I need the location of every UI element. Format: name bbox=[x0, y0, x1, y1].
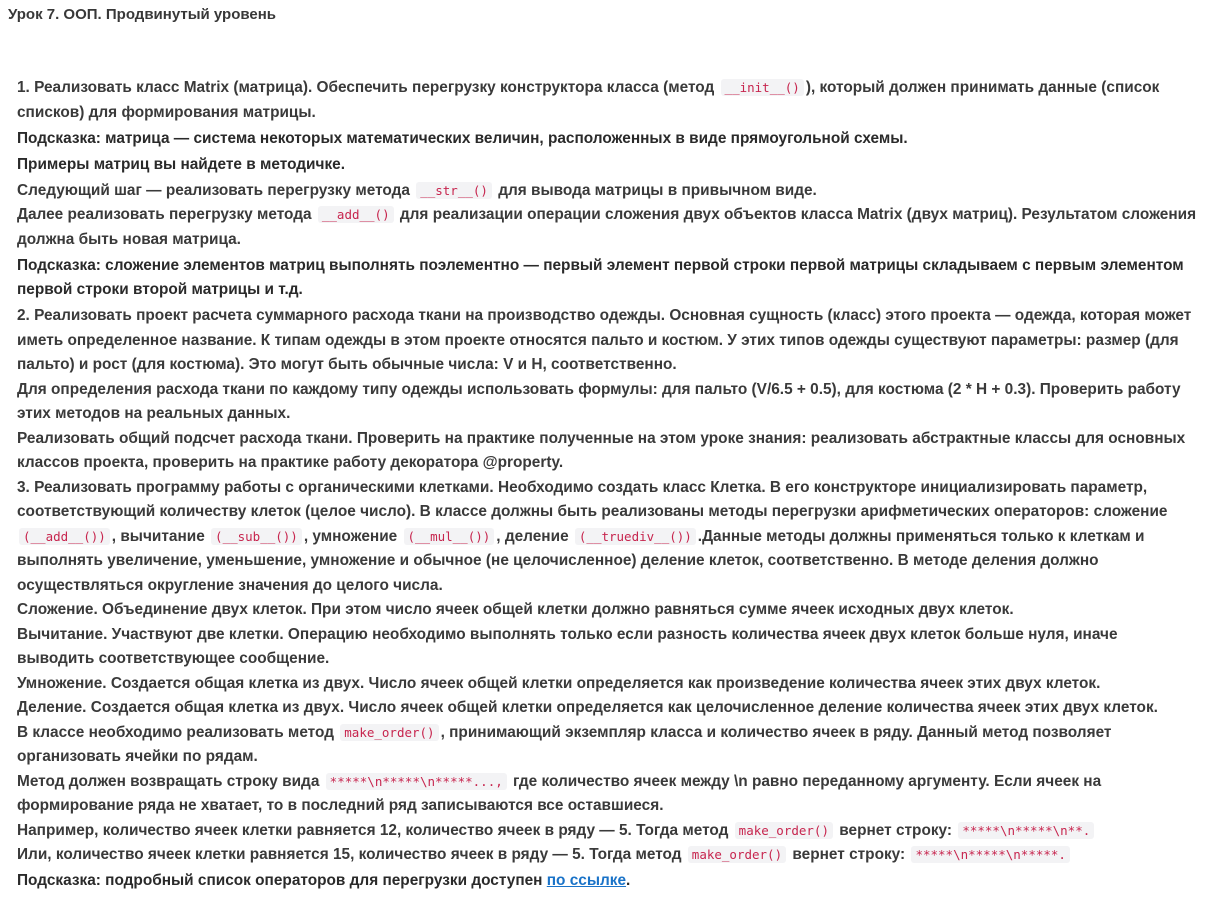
task3-subtraction: Вычитание. Участвуют две клетки. Операци… bbox=[17, 625, 1118, 668]
task3-example-12: Например, количество ячеек клетки равняе… bbox=[17, 819, 1197, 844]
task1-step-add: Далее реализовать перегрузку метода __ad… bbox=[17, 206, 1197, 248]
code-add-op: (__add__()) bbox=[19, 527, 110, 545]
code-sub-op: (__sub__()) bbox=[211, 527, 302, 545]
code-make-order: make_order() bbox=[340, 723, 439, 741]
task2-formulas: Для определения расхода ткани по каждому… bbox=[17, 380, 1181, 423]
code-add: __add__() bbox=[317, 206, 394, 223]
code-init: __init__() bbox=[720, 79, 804, 96]
task3-return-format: Метод должен возвращать строку вида ****… bbox=[17, 772, 1102, 814]
task3-make-order: В классе необходимо реализовать метод ma… bbox=[17, 723, 1112, 765]
code-result-ex1: *****\n*****\n**. bbox=[958, 821, 1095, 839]
task3-example-15: Или, количество ячеек клетки равняется 1… bbox=[17, 843, 1197, 868]
task1-hint-examples: Примеры матриц вы найдете в методичке. bbox=[17, 155, 345, 173]
operators-link[interactable]: по ссылке bbox=[547, 872, 626, 889]
task3-hint: Подсказка: подробный список операторов д… bbox=[17, 872, 631, 889]
task1-hint-addition: Подсказка: сложение элементов матриц вып… bbox=[17, 256, 1184, 299]
code-return-pattern: *****\n*****\n*****..., bbox=[325, 772, 507, 790]
code-make-order-ex2: make_order() bbox=[687, 846, 787, 863]
task3-multiplication: Умножение. Создается общая клетка из дву… bbox=[17, 674, 1101, 692]
code-str: __str__() bbox=[416, 181, 492, 199]
lesson-content: 1. Реализовать класс Matrix (матрица). О… bbox=[8, 76, 1197, 894]
task3-division: Деление. Создается общая клетка из двух.… bbox=[17, 699, 1158, 716]
lesson-page: Урок 7. ООП. Продвинутый уровень 1. Реал… bbox=[0, 0, 1205, 910]
task3-intro: 3. Реализовать программу работы с органи… bbox=[17, 478, 1168, 594]
task2-intro: 2. Реализовать проект расчета суммарного… bbox=[17, 307, 1192, 373]
code-mul-op: (__mul__()) bbox=[403, 527, 495, 545]
task1-hint: Подсказка: матрица — система некоторых м… bbox=[17, 129, 908, 147]
code-make-order-ex1: make_order() bbox=[734, 821, 833, 839]
page-title: Урок 7. ООП. Продвинутый уровень bbox=[8, 6, 277, 23]
task2-total: Реализовать общий подсчет расхода ткани.… bbox=[17, 429, 1186, 472]
task3-addition: Сложение. Объединение двух клеток. При э… bbox=[17, 601, 1014, 618]
task1-step-str: Следующий шаг — реализовать перегрузку м… bbox=[17, 181, 817, 199]
task1-intro: 1. Реализовать класс Matrix (матрица). О… bbox=[17, 79, 1160, 121]
code-result-ex2: *****\n*****\n*****. bbox=[911, 846, 1070, 863]
code-truediv-op: (__truediv__()) bbox=[574, 527, 696, 545]
